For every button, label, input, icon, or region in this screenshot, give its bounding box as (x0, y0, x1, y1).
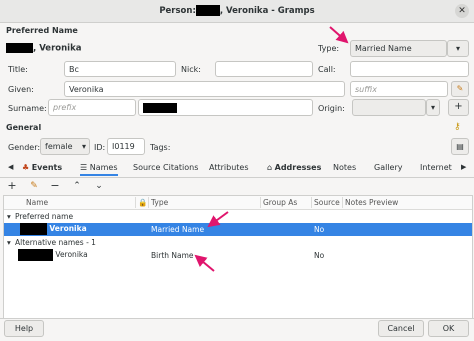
cancel-button[interactable]: Cancel (378, 320, 424, 337)
arrow-to-married-name (207, 211, 229, 228)
arrow-to-type (329, 26, 349, 44)
dialog-footer: Help Cancel OK (0, 318, 474, 341)
arrow-to-birth-name (194, 254, 215, 272)
annotation-arrows (194, 26, 349, 272)
ok-button[interactable]: OK (428, 320, 469, 337)
help-button[interactable]: Help (4, 320, 44, 337)
